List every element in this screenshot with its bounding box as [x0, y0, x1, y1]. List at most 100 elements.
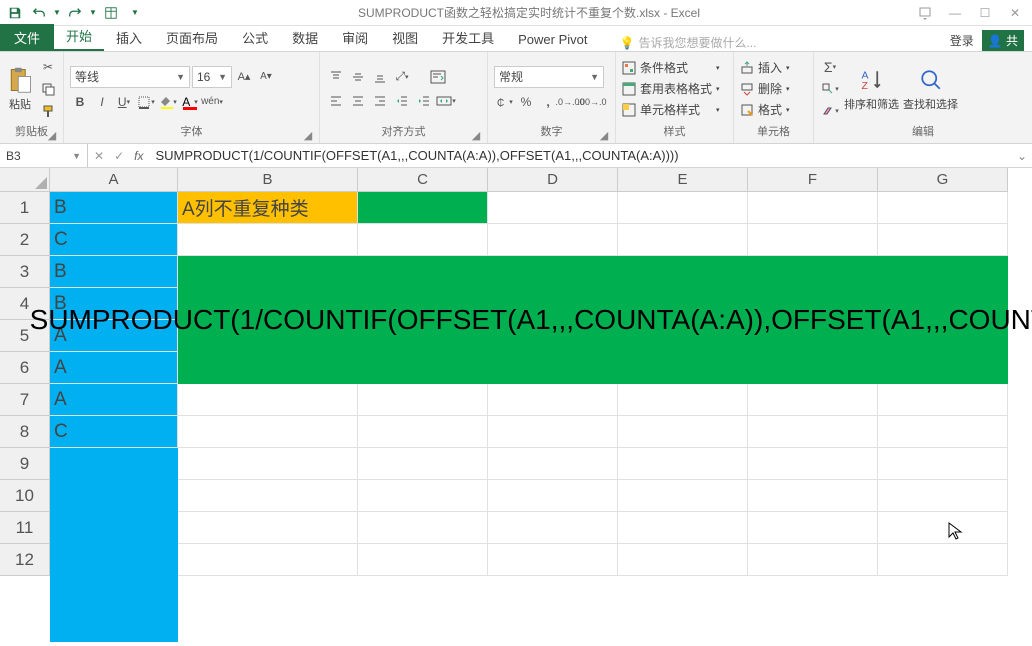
cell[interactable] — [488, 512, 618, 544]
cell[interactable] — [178, 512, 358, 544]
chevron-down-icon[interactable]: ▼ — [72, 151, 81, 161]
cell[interactable]: B — [50, 192, 178, 224]
tab-insert[interactable]: 插入 — [104, 24, 154, 51]
clear-icon[interactable]: ▾ — [820, 101, 840, 121]
cell[interactable] — [358, 544, 488, 576]
cell[interactable] — [488, 192, 618, 224]
share-button[interactable]: 👤 共 — [982, 30, 1024, 51]
increase-indent-icon[interactable] — [414, 91, 434, 111]
bold-icon[interactable]: B — [70, 92, 90, 112]
cell[interactable] — [178, 384, 358, 416]
cell[interactable] — [748, 512, 878, 544]
save-icon[interactable] — [4, 2, 26, 24]
find-select-button[interactable]: 查找和选择 — [903, 66, 958, 112]
cell[interactable] — [748, 192, 878, 224]
cell[interactable]: B — [50, 256, 178, 288]
copy-icon[interactable] — [38, 79, 58, 99]
align-left-icon[interactable] — [326, 91, 346, 111]
qat-customize-icon[interactable]: ▼ — [124, 2, 146, 24]
tab-review[interactable]: 审阅 — [330, 24, 380, 51]
name-box[interactable]: B3▼ — [0, 144, 88, 167]
col-header[interactable]: G — [878, 168, 1008, 192]
cell[interactable] — [178, 416, 358, 448]
font-color-icon[interactable]: A▾ — [180, 92, 200, 112]
row-header[interactable]: 11 — [0, 512, 50, 544]
row-header[interactable]: 1 — [0, 192, 50, 224]
orientation-icon[interactable]: ⤢▾ — [392, 67, 412, 87]
cell[interactable] — [358, 384, 488, 416]
cells-area[interactable]: B C B B A A A C A列不重复种类 SUMPRODUCT(1/COU… — [50, 192, 1032, 642]
launcher-icon[interactable]: ◢ — [303, 129, 313, 139]
row-header[interactable]: 6 — [0, 352, 50, 384]
cell[interactable] — [748, 544, 878, 576]
cell[interactable]: C — [50, 416, 178, 448]
cell[interactable] — [618, 544, 748, 576]
font-size-select[interactable]: 16▼ — [192, 66, 232, 88]
tell-me-search[interactable]: 💡 告诉我您想要做什么... — [620, 34, 757, 51]
cell[interactable] — [618, 224, 748, 256]
cell[interactable] — [748, 416, 878, 448]
qat-dropdown-icon[interactable]: ▼ — [88, 2, 98, 24]
row-header[interactable]: 10 — [0, 480, 50, 512]
cell[interactable] — [618, 416, 748, 448]
decrease-decimal-icon[interactable]: .00→.0 — [582, 92, 602, 112]
cell[interactable] — [618, 192, 748, 224]
phonetic-icon[interactable]: wén▾ — [202, 92, 222, 112]
cell[interactable] — [358, 224, 488, 256]
enter-formula-icon[interactable]: ✓ — [114, 149, 124, 163]
table-icon[interactable] — [100, 2, 122, 24]
row-header[interactable]: 2 — [0, 224, 50, 256]
cell[interactable] — [178, 544, 358, 576]
col-header[interactable]: C — [358, 168, 488, 192]
cell[interactable]: C — [50, 224, 178, 256]
increase-font-icon[interactable]: A▴ — [234, 67, 254, 87]
cell[interactable] — [358, 192, 488, 224]
cell[interactable]: A — [50, 384, 178, 416]
cell[interactable] — [488, 384, 618, 416]
formula-display[interactable]: SUMPRODUCT(1/COUNTIF(OFFSET(A1,,,COUNTA(… — [178, 256, 1008, 384]
cell[interactable] — [748, 480, 878, 512]
cell[interactable] — [618, 448, 748, 480]
fill-icon[interactable]: ▾ — [820, 79, 840, 99]
wrap-text-icon[interactable] — [428, 67, 448, 87]
format-cells-button[interactable]: 格式▾ — [740, 100, 790, 119]
cell[interactable]: A — [50, 352, 178, 384]
cell[interactable] — [358, 512, 488, 544]
merge-center-icon[interactable]: ▾ — [436, 91, 456, 111]
tab-formulas[interactable]: 公式 — [230, 24, 280, 51]
cell[interactable] — [748, 384, 878, 416]
cell[interactable] — [488, 544, 618, 576]
cell[interactable] — [358, 480, 488, 512]
fill-color-icon[interactable]: ▾ — [158, 92, 178, 112]
border-icon[interactable]: ▾ — [136, 92, 156, 112]
maximize-icon[interactable]: ☐ — [972, 4, 998, 22]
align-bottom-icon[interactable] — [370, 67, 390, 87]
cell[interactable] — [618, 512, 748, 544]
italic-icon[interactable]: I — [92, 92, 112, 112]
cell[interactable] — [878, 544, 1008, 576]
cell[interactable] — [878, 384, 1008, 416]
cell[interactable] — [878, 480, 1008, 512]
cell[interactable] — [178, 224, 358, 256]
tab-layout[interactable]: 页面布局 — [154, 24, 230, 51]
paste-button[interactable]: 粘贴 — [6, 66, 34, 112]
delete-cells-button[interactable]: 删除▾ — [740, 79, 790, 98]
row-header[interactable]: 3 — [0, 256, 50, 288]
cell[interactable] — [488, 448, 618, 480]
decrease-indent-icon[interactable] — [392, 91, 412, 111]
cell[interactable] — [488, 480, 618, 512]
align-center-icon[interactable] — [348, 91, 368, 111]
cell[interactable] — [488, 416, 618, 448]
tab-home[interactable]: 开始 — [54, 22, 104, 51]
number-format-select[interactable]: 常规▼ — [494, 66, 604, 88]
insert-cells-button[interactable]: 插入▾ — [740, 58, 790, 77]
col-header[interactable]: A — [50, 168, 178, 192]
cell[interactable] — [358, 448, 488, 480]
col-header[interactable]: F — [748, 168, 878, 192]
cell-styles-button[interactable]: 单元格样式▾ — [622, 100, 720, 119]
underline-icon[interactable]: U▾ — [114, 92, 134, 112]
undo-icon[interactable] — [28, 2, 50, 24]
cell[interactable] — [358, 416, 488, 448]
qat-dropdown-icon[interactable]: ▼ — [52, 2, 62, 24]
tab-file[interactable]: 文件 — [0, 24, 54, 51]
